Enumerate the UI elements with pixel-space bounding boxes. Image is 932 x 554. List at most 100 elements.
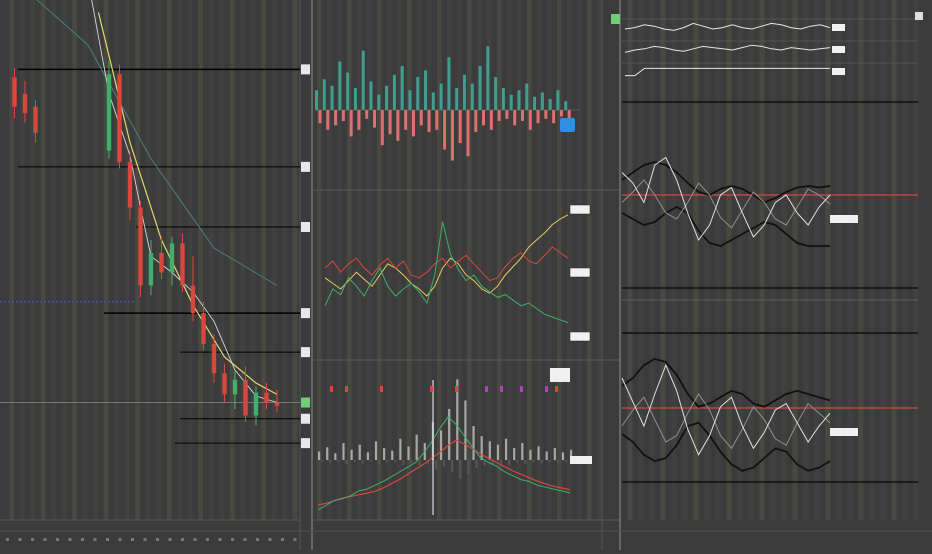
volume-bar-negative <box>499 460 503 464</box>
histogram-positive-bar <box>353 88 357 110</box>
histogram-negative-bar <box>544 110 548 119</box>
price-level-marker <box>301 308 310 319</box>
volume-bar <box>480 436 483 460</box>
histogram-positive-bar <box>525 83 529 110</box>
histogram-positive-bar <box>517 90 521 110</box>
price-level-marker <box>301 64 310 75</box>
histogram-positive-bar <box>486 46 490 110</box>
time-band <box>219 0 224 520</box>
histogram-positive-bar <box>501 88 505 110</box>
time-band <box>781 0 787 520</box>
volume-bar <box>537 446 540 460</box>
volume-bar-negative <box>321 460 324 462</box>
time-band <box>19 0 25 520</box>
volume-bar-negative <box>467 460 470 474</box>
histogram-positive-bar <box>439 83 443 110</box>
time-band <box>497 0 502 520</box>
volume-bar-negative <box>507 460 511 465</box>
time-band <box>557 0 562 520</box>
time-band <box>271 0 277 520</box>
time-band <box>198 0 203 520</box>
time-band <box>770 0 776 520</box>
trading-chart <box>0 0 932 550</box>
histogram-positive-bar <box>392 74 396 110</box>
event-marker <box>455 386 458 392</box>
volume-bar <box>350 449 353 460</box>
volume-bar-negative <box>564 460 568 462</box>
middle-axis-marker <box>611 14 620 24</box>
time-band <box>671 0 677 520</box>
time-band <box>682 0 688 520</box>
histogram-positive-bar <box>369 81 373 110</box>
histogram-positive-bar <box>431 92 435 110</box>
volume-bar <box>439 430 443 460</box>
time-band <box>187 0 193 520</box>
price-level-marker <box>301 161 310 172</box>
candle-body <box>211 344 217 374</box>
current-price-marker <box>301 397 310 408</box>
candle-body <box>243 379 248 416</box>
time-band <box>748 0 754 520</box>
volume-bar-negative <box>394 460 397 463</box>
candle-body <box>264 392 269 403</box>
time-tick <box>56 538 59 541</box>
time-band <box>82 0 88 520</box>
histogram-positive-bar <box>400 66 404 110</box>
volume-bar-negative <box>345 460 348 464</box>
time-band <box>836 0 842 520</box>
signal-badge <box>560 118 575 132</box>
histogram-positive-bar <box>315 90 318 110</box>
histogram-positive-bar <box>346 72 350 110</box>
histogram-negative-bar <box>380 110 384 146</box>
bands-value-label <box>830 428 858 436</box>
volume-bar-negative <box>459 460 462 479</box>
histogram-positive-bar <box>361 50 365 110</box>
time-tick <box>268 538 272 541</box>
volume-bar <box>561 452 565 460</box>
time-band <box>72 0 77 520</box>
volume-bar <box>374 441 378 460</box>
volume-bar <box>521 443 524 460</box>
price-level-marker <box>301 438 310 449</box>
volume-bar <box>472 426 475 460</box>
candle-body <box>117 74 122 162</box>
histogram-negative-bar <box>373 110 377 128</box>
histogram-positive-bar <box>330 85 334 110</box>
histogram-negative-bar <box>365 110 369 119</box>
time-band <box>61 0 67 520</box>
oscillator-value-label <box>569 204 591 215</box>
histogram-positive-bar <box>509 94 513 110</box>
volume-bar-negative <box>361 460 364 464</box>
volume-bar-negative <box>556 460 559 463</box>
volume-bar <box>318 451 321 460</box>
histogram-negative-bar <box>427 110 431 132</box>
time-tick <box>81 538 84 541</box>
time-tick <box>218 538 222 541</box>
time-band <box>547 0 552 520</box>
oscillator-value-label <box>569 331 591 342</box>
time-band <box>814 0 820 520</box>
volume-bar-negative <box>377 460 381 465</box>
sub-oscillator-label <box>832 24 845 31</box>
event-marker <box>520 386 523 392</box>
time-band <box>649 0 655 520</box>
histogram-negative-bar <box>450 110 454 161</box>
volume-bar <box>553 448 556 460</box>
price-level-marker <box>301 413 310 424</box>
volume-bar-negative <box>524 460 527 464</box>
event-marker <box>330 386 333 392</box>
oscillator-value-label <box>569 267 591 278</box>
time-band <box>240 0 245 520</box>
time-band <box>638 0 644 520</box>
histogram-negative-bar <box>458 110 462 143</box>
histogram-negative-bar <box>326 110 330 130</box>
time-band <box>913 0 919 520</box>
time-band <box>407 0 412 520</box>
bands-value-label <box>830 215 858 223</box>
volume-bar-negative <box>418 460 421 466</box>
event-marker <box>345 386 348 392</box>
volume-bar <box>334 453 337 460</box>
candle-body <box>127 162 133 208</box>
time-band <box>427 0 432 520</box>
time-band <box>869 0 875 520</box>
